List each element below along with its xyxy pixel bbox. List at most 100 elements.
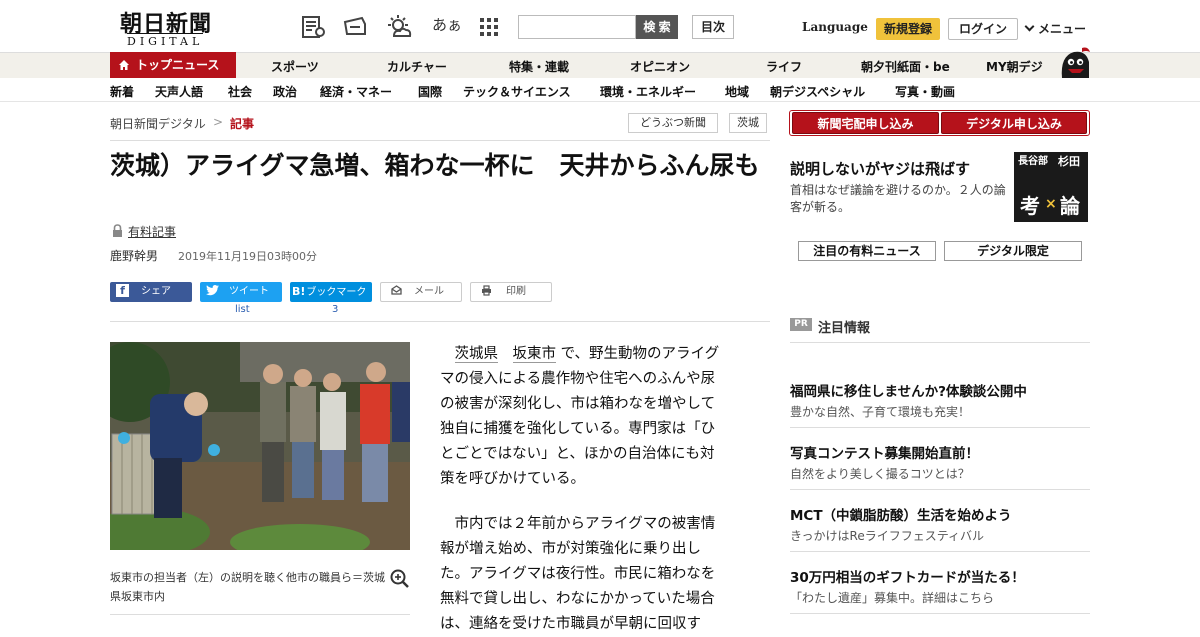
ad-sub-3[interactable]: きっかけはReライフフェスティバル [790,527,984,544]
register-button[interactable]: 新規登録 [876,18,940,40]
zoom-icon[interactable] [390,569,410,589]
subnav-special[interactable]: 朝デジスペシャル [770,83,865,100]
ad-title-4[interactable]: 30万円相当のギフトカードが当たる！ [790,566,1025,586]
logo-en: DIGITAL [127,33,204,48]
badge-name-1: 長谷部 [1018,156,1048,167]
newspaper-icon[interactable] [300,14,326,40]
paragraph-line: た。アライグマは夜行性。市民に箱わなを [440,566,716,582]
ad-sub-4[interactable]: 「わたし遺産」募集中。詳細はこちら [790,589,994,606]
paragraph-line: 独自に捕獲を強化している。専門家は「ひ [440,421,716,437]
hatena-count[interactable]: 3 [332,304,338,315]
nav-top-news[interactable]: トップニュース [110,52,236,78]
divider [790,427,1090,428]
paragraph-line: とごとではない」と、ほかの自治体にも対 [440,446,715,462]
menu-label: メニュー [1038,22,1087,36]
menu-button[interactable]: メニュー [1024,20,1087,37]
ticket-icon[interactable] [342,14,368,40]
paragraph-line: 市内では２年前からアライグマの被害情 [440,516,716,532]
subnav-tech[interactable]: テック＆サイエンス [463,83,571,100]
facebook-share-label: シェア [141,286,171,297]
subnav-new[interactable]: 新着 [110,83,134,100]
divider [790,342,1090,343]
paragraph-line: は、連絡を受けた市職員が早朝に回収す [440,616,701,632]
tag-ibaraki[interactable]: 茨城 [729,113,767,133]
login-button[interactable]: ログイン [948,18,1018,40]
divider [790,613,1090,614]
breadcrumb-home[interactable]: 朝日新聞デジタル [110,115,206,132]
ad-sub-1[interactable]: 豊かな自然、子育て環境も充実！ [790,403,970,420]
subnav-politics[interactable]: 政治 [273,83,297,100]
link-ibaraki[interactable]: 茨城県 [454,346,498,363]
divider [790,551,1090,552]
breadcrumb-separator: > [213,115,224,129]
weather-icon[interactable] [386,14,412,40]
nav-my[interactable]: MY朝デジ [986,58,1043,75]
paragraph-line: 報が増え始め、市が対策強化に乗り出し [440,541,701,557]
hatena-icon: B! [292,285,306,298]
twitter-share-label: ツイート [229,286,269,297]
article-paragraph-1: 茨城県 坂東市 で、野生動物のアライグ マの侵入による農作物や住宅へのふんや尿 … [440,342,750,492]
mail-share-button[interactable]: メール [380,282,462,302]
article-date: 2019年11月19日03時00分 [178,250,317,263]
language-link[interactable]: Language [802,20,868,34]
photo-caption: 坂東市の担当者（左）の説明を聴く他市の職員ら＝茨城県坂東市内 [110,571,385,603]
hatena-bookmark-button[interactable]: B!ブックマーク [290,282,372,302]
ad-title-1[interactable]: 福岡県に移住しませんか?体験談公開中 [790,380,1027,400]
subnav-photo[interactable]: 写真・動画 [895,83,955,100]
digital-subscribe-button[interactable]: デジタル申し込み [941,112,1087,134]
mail-label: メール [414,286,444,297]
paragraph-line: の被害が深刻化し、市は箱わなを増やして [440,396,716,412]
breadcrumb-current: 記事 [230,117,255,131]
nav-sports[interactable]: スポーツ [271,58,319,75]
nav-paper[interactable]: 朝夕刊紙面・be [861,58,950,75]
font-size-icon[interactable]: あぁ [432,14,462,35]
tag-animal-news[interactable]: どうぶつ新聞 [628,113,718,133]
toc-button[interactable]: 目次 [692,15,734,39]
paragraph-line: 茨城県 坂東市 で、野生動物のアライグ [440,342,750,367]
pick-digital-only-button[interactable]: デジタル限定 [944,241,1082,261]
nav-features[interactable]: 特集・連載 [509,58,569,75]
site-logo[interactable]: 朝日新聞 DIGITAL [115,6,227,48]
ad-title-2[interactable]: 写真コンテスト募集開始直前！ [790,442,979,462]
print-button[interactable]: 印刷 [470,282,552,302]
facebook-icon: f [116,283,129,297]
divider [110,321,770,322]
article-title: 茨城）アライグマ急増、箱わな一杯に 天井からふん尿も [110,151,760,180]
feature-badge[interactable]: 長谷部 杉田 考 論 × [1014,152,1088,222]
paid-article-label[interactable]: 有料記事 [128,223,176,240]
subnav-local[interactable]: 地域 [725,83,749,100]
site-header: 朝日新聞 DIGITAL あぁ 検 索 目次 Language 新規登録 ログイ… [0,0,1200,52]
link-bando[interactable]: 坂東市 [512,346,556,363]
subnav-world[interactable]: 国際 [418,83,442,100]
chevron-down-icon [1024,21,1035,32]
paragraph-line: マの侵入による農作物や住宅へのふんや尿 [440,371,716,387]
subnav-economy[interactable]: 経済・マネー [320,83,392,100]
home-icon [119,60,129,70]
paper-subscribe-button[interactable]: 新聞宅配申し込み [792,112,939,134]
article-paragraph-2: 市内では２年前からアライグマの被害情 報が増え始め、市が対策強化に乗り出し た。… [440,512,750,637]
divider [790,489,1090,490]
subnav-tensei[interactable]: 天声人語 [155,83,203,100]
nav-culture[interactable]: カルチャー [387,58,447,75]
twitter-count[interactable]: list [235,304,250,315]
feature-subtitle: 首相はなぜ議論を避けるのか。２人の論客が斬る。 [790,183,1006,214]
article-photo[interactable] [110,342,410,550]
ad-title-3[interactable]: MCT（中鎖脂肪酸）生活を始めよう [790,504,1012,524]
print-label: 印刷 [506,286,526,297]
search-button[interactable]: 検 索 [636,15,678,39]
subnav-society[interactable]: 社会 [228,83,252,100]
mascot-icon[interactable] [1058,44,1092,80]
badge-name-2: 杉田 [1058,155,1080,168]
feature-title[interactable]: 説明しないがヤジは飛ばす [790,158,970,179]
facebook-share-button[interactable]: f シェア [110,282,192,302]
subnav-environment[interactable]: 環境・エネルギー [600,83,696,100]
paragraph-line: 策を呼びかけている。 [440,471,585,487]
grid-menu-icon[interactable] [476,14,502,40]
twitter-share-button[interactable]: ツイート [200,282,282,302]
nav-life[interactable]: ライフ [766,58,802,75]
divider [110,614,410,615]
ad-sub-2[interactable]: 自然をより美しく撮るコツとは？ [790,465,970,482]
pick-paid-news-button[interactable]: 注目の有料ニュース [798,241,936,261]
nav-opinion[interactable]: オピニオン [630,58,690,75]
search-input[interactable] [518,15,636,39]
